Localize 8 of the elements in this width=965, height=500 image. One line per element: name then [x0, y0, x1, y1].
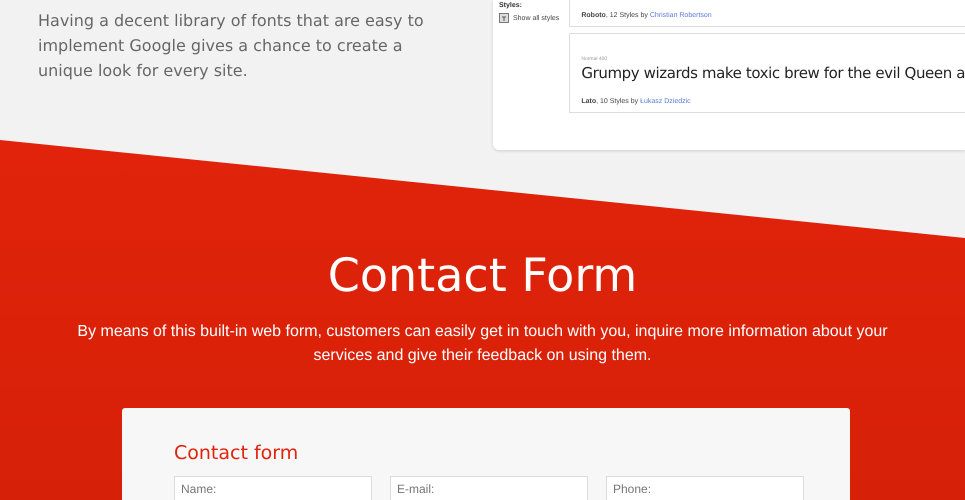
section-description: By means of this built-in web form, customers can easily get in touch with you, inquire more information about your services and give their feedback on using them.	[76, 322, 889, 366]
input-field[interactable]: Phone:	[606, 476, 804, 500]
sample-text: Grumpy wizards make toxic brew for the evil Queen a	[581, 64, 965, 82]
section-title: Contact Form	[328, 250, 638, 300]
input-field[interactable]: Name:	[174, 476, 372, 500]
form-title: Contact form	[174, 442, 300, 464]
intro-paragraph: Having a decent library of fonts that are easy to implement Google gives a chance to create a unique look for every site.	[38, 10, 425, 82]
input-field[interactable]: E-mail:	[390, 476, 588, 500]
